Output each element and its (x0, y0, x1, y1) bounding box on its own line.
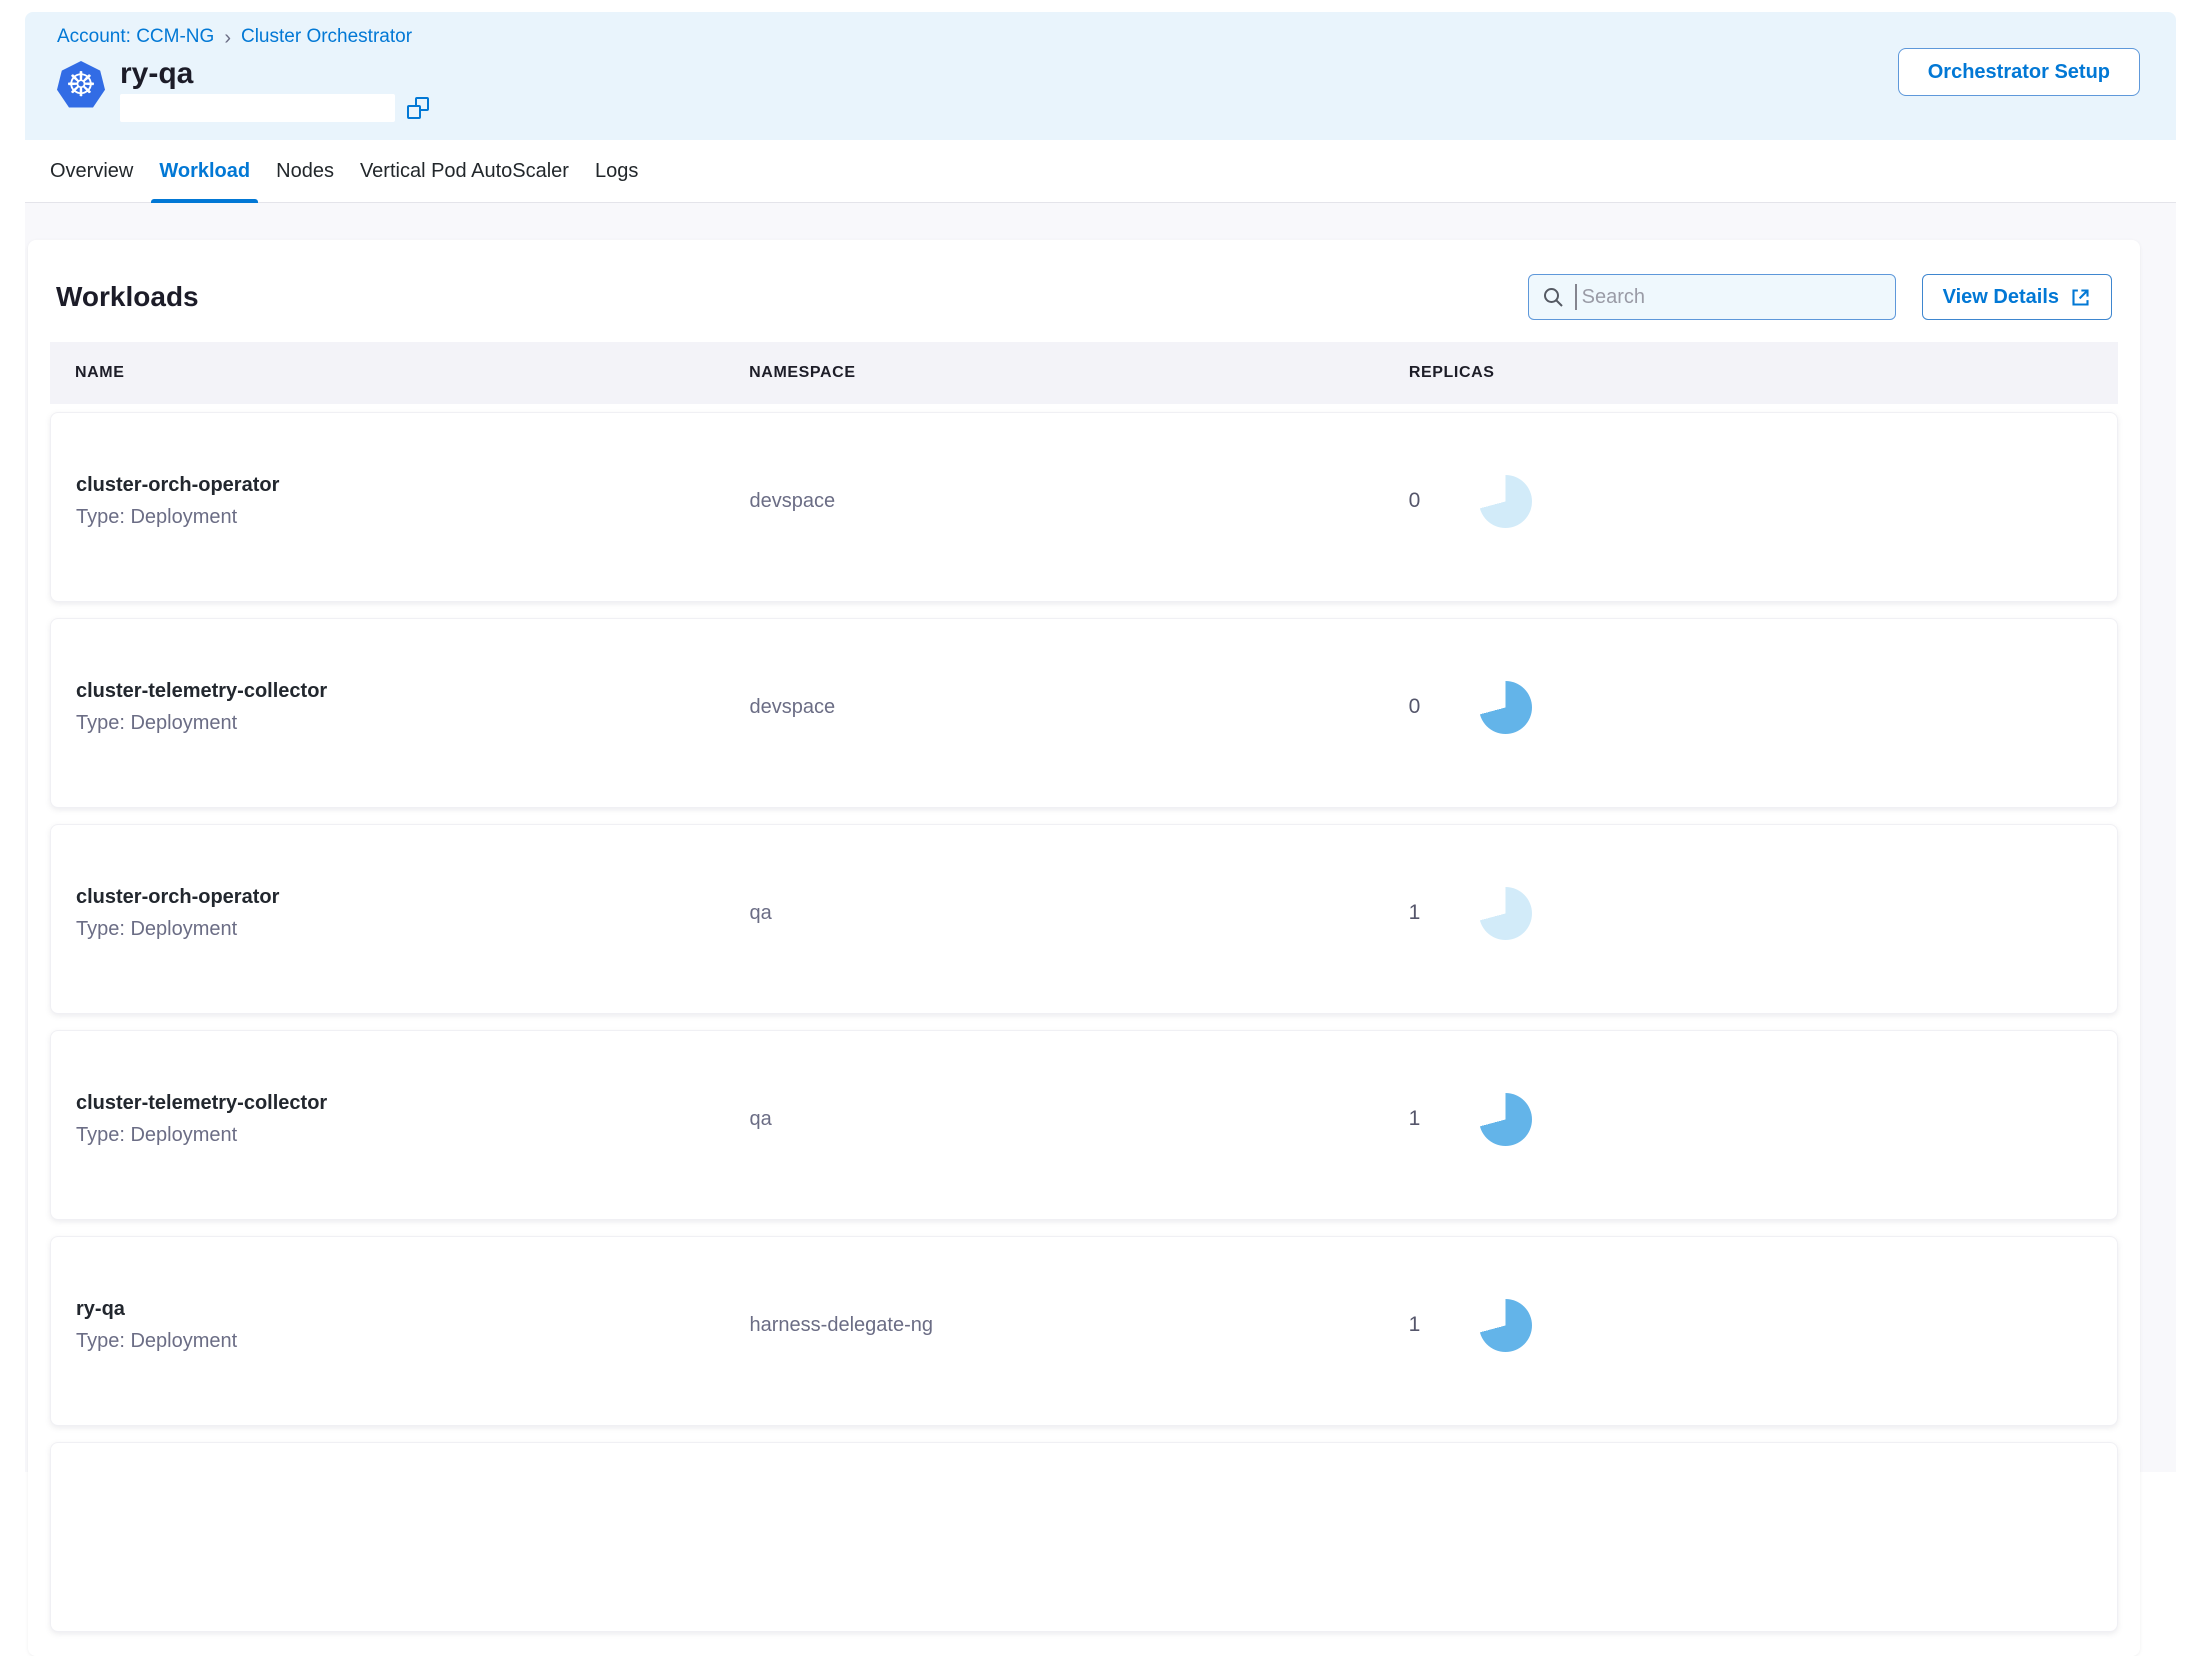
app-container: Account: CCM-NG › Cluster Orchestrator ☸… (25, 12, 2176, 1472)
workload-type: Type: Deployment (76, 918, 725, 941)
table-body: cluster-orch-operator Type: Deployment d… (50, 412, 2118, 1426)
replicas-pie-chart (1479, 1093, 1532, 1146)
page-title: ry-qa (120, 59, 429, 89)
replicas-pie-chart (1479, 475, 1532, 528)
workloads-title: Workloads (56, 281, 199, 313)
workload-namespace: devspace (725, 490, 1384, 513)
replicas-pie-chart (1479, 681, 1532, 734)
cluster-id-field (120, 94, 395, 122)
replicas-count: 0 (1409, 695, 1423, 719)
workload-namespace: devspace (725, 696, 1384, 719)
text-caret (1575, 284, 1577, 310)
workload-type: Type: Deployment (76, 712, 725, 735)
breadcrumb: Account: CCM-NG › Cluster Orchestrator (57, 26, 2140, 48)
workload-type: Type: Deployment (76, 1124, 725, 1147)
view-details-button[interactable]: View Details (1922, 274, 2112, 320)
cluster-title-block: ☸ ry-qa (57, 59, 2140, 122)
table-row[interactable]: cluster-orch-operator Type: Deployment d… (50, 412, 2118, 602)
tab-overview[interactable]: Overview (42, 140, 141, 202)
tab-bar: OverviewWorkloadNodesVertical Pod AutoSc… (25, 140, 2176, 203)
tab-vertical-pod-autoscaler[interactable]: Vertical Pod AutoScaler (352, 140, 577, 202)
replicas-pie-chart (1479, 887, 1532, 940)
tab-workload[interactable]: Workload (151, 140, 258, 202)
replicas-count: 1 (1409, 1313, 1423, 1337)
replicas-pie-chart (1479, 1299, 1532, 1352)
tab-nodes[interactable]: Nodes (268, 140, 342, 202)
breadcrumb-account-link[interactable]: Account: CCM-NG (57, 26, 214, 48)
column-header-namespace: NAMESPACE (724, 364, 1384, 382)
workload-namespace: qa (725, 902, 1384, 925)
workloads-card: Workloads View Details (28, 240, 2140, 1656)
orchestrator-setup-button[interactable]: Orchestrator Setup (1898, 48, 2140, 96)
replicas-count: 1 (1409, 901, 1423, 925)
workload-type: Type: Deployment (76, 1330, 725, 1353)
column-header-replicas: REPLICAS (1384, 364, 2118, 382)
tab-logs[interactable]: Logs (587, 140, 646, 202)
workload-name: cluster-telemetry-collector (76, 680, 725, 703)
workload-name: ry-qa (76, 1298, 725, 1321)
page-body: Workloads View Details (25, 203, 2176, 1472)
table-row[interactable]: ry-qa Type: Deployment harness-delegate-… (50, 1236, 2118, 1426)
workload-name: cluster-orch-operator (76, 474, 725, 497)
breadcrumb-chevron-icon: › (224, 27, 231, 48)
table-row[interactable]: cluster-telemetry-collector Type: Deploy… (50, 618, 2118, 808)
column-header-name: NAME (50, 364, 724, 382)
table-row-partial[interactable] (50, 1442, 2118, 1632)
workload-namespace: harness-delegate-ng (725, 1314, 1384, 1337)
table-row[interactable]: cluster-telemetry-collector Type: Deploy… (50, 1030, 2118, 1220)
search-icon (1541, 285, 1565, 309)
replicas-count: 0 (1409, 489, 1423, 513)
kubernetes-logo-icon: ☸ (57, 61, 105, 109)
external-link-icon (2070, 287, 2091, 308)
cluster-header: Account: CCM-NG › Cluster Orchestrator ☸… (25, 12, 2176, 140)
search-input[interactable] (1580, 285, 1883, 310)
workload-namespace: qa (725, 1108, 1384, 1131)
workload-name: cluster-telemetry-collector (76, 1092, 725, 1115)
workload-type: Type: Deployment (76, 506, 725, 529)
table-row[interactable]: cluster-orch-operator Type: Deployment q… (50, 824, 2118, 1014)
breadcrumb-page-link[interactable]: Cluster Orchestrator (241, 26, 412, 48)
replicas-count: 1 (1409, 1107, 1423, 1131)
search-box[interactable] (1528, 274, 1896, 320)
copy-icon[interactable] (407, 97, 429, 119)
workload-name: cluster-orch-operator (76, 886, 725, 909)
table-header-row: NAME NAMESPACE REPLICAS (50, 342, 2118, 404)
